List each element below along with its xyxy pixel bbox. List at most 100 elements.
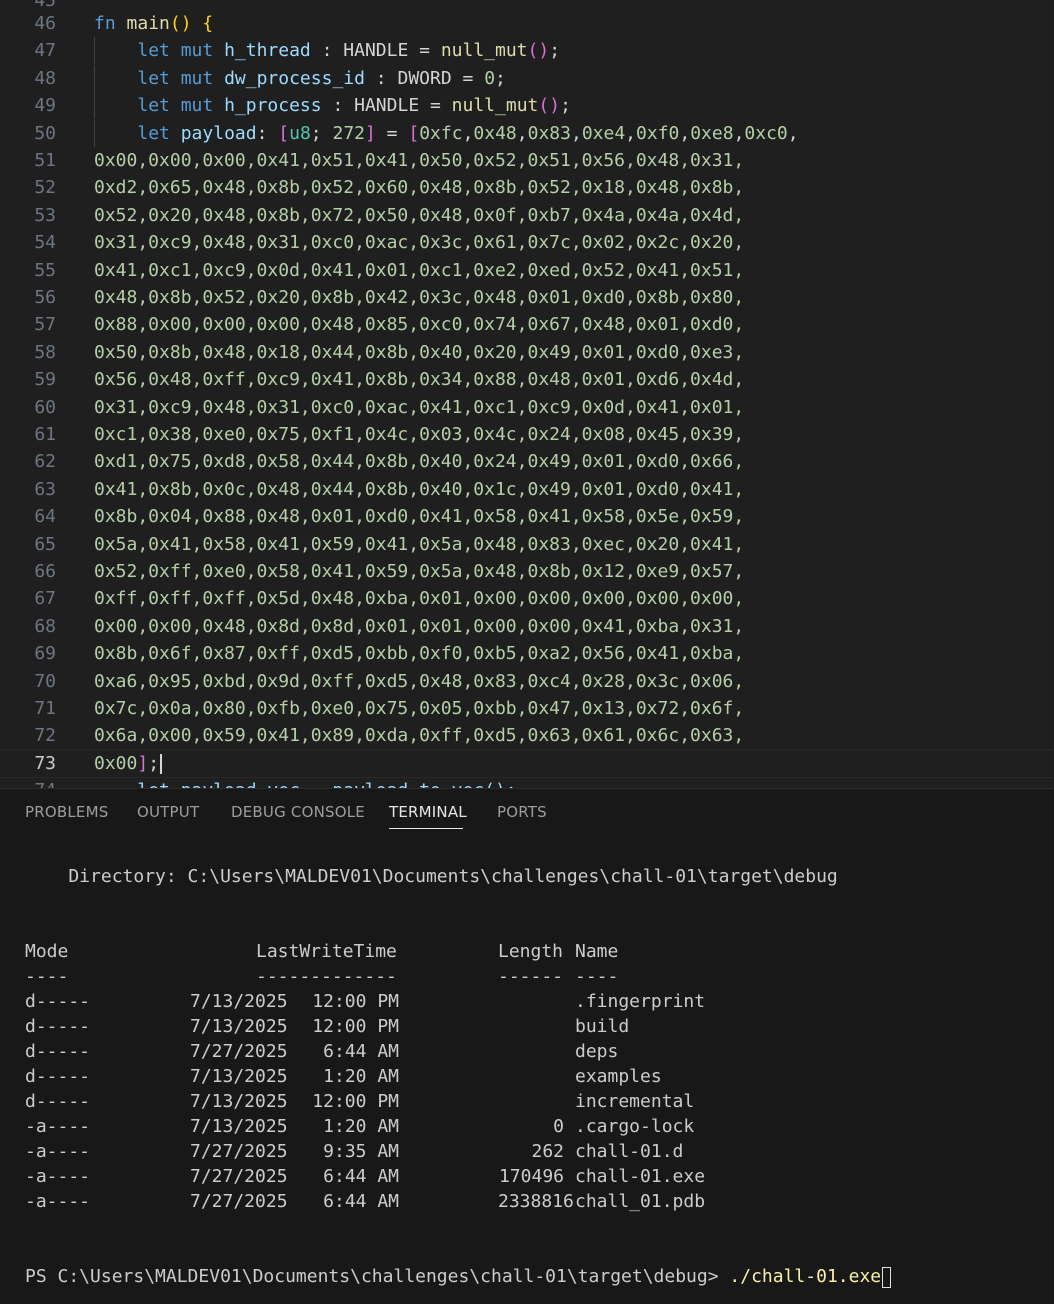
line-number: 46 xyxy=(34,13,56,34)
code-line-current[interactable]: 73 0x00]; xyxy=(0,748,1054,778)
tab-debug-console[interactable]: DEBUG CONSOLE xyxy=(231,803,365,821)
row-mode: d----- xyxy=(25,991,91,1012)
code-token: 0x50,0x8b,0x48,0x18,0x44,0x8b,0x40,0x20,… xyxy=(94,341,745,363)
code-line[interactable]: 71 0x7c,0x0a,0x80,0xfb,0xe0,0x75,0x05,0xb… xyxy=(0,695,1054,722)
line-number: 59 xyxy=(34,369,56,391)
code-token: 0xd1,0x75,0xd8,0x58,0x44,0x8b,0x40,0x24,… xyxy=(94,451,745,473)
terminal-prompt-line[interactable]: PS C:\Users\MALDEV01\Documents\challenge… xyxy=(25,1264,892,1289)
code-token: , xyxy=(679,122,691,144)
tab-ports[interactable]: PORTS xyxy=(497,803,547,821)
code-token: ; xyxy=(549,40,561,62)
code-token: main xyxy=(126,13,170,34)
tab-problems[interactable]: PROBLEMS xyxy=(25,803,108,821)
code-line[interactable]: 55 0x41,0xc1,0xc9,0x0d,0x41,0x01,0xc1,0xe… xyxy=(0,257,1054,284)
code-text: 0x41,0xc1,0xc9,0x0d,0x41,0x01,0xc1,0xe2,… xyxy=(94,257,744,284)
code-line[interactable]: 50 let payload: [u8; 272] = [0xfc,0x48,0… xyxy=(0,119,1054,147)
code-line[interactable]: 63 0x41,0x8b,0x0c,0x48,0x44,0x8b,0x40,0x1… xyxy=(0,476,1054,503)
code-line[interactable]: 70 0xa6,0x95,0xbd,0x9d,0xff,0xd5,0x48,0x8… xyxy=(0,668,1054,695)
code-text: fn main() { xyxy=(94,10,213,37)
row-name: .fingerprint xyxy=(575,991,706,1012)
code-token: 0x5a,0x41,0x58,0x41,0x59,0x41,0x5a,0x48,… xyxy=(94,533,745,555)
code-line[interactable]: 67 0xff,0xff,0xff,0x5d,0x48,0xba,0x01,0x0… xyxy=(0,585,1054,612)
row-name: incremental xyxy=(575,1091,695,1112)
code-line[interactable]: 59 0x56,0x48,0xff,0xc9,0x41,0x8b,0x34,0x8… xyxy=(0,366,1054,393)
code-text: 0xff,0xff,0xff,0x5d,0x48,0xba,0x01,0x00,… xyxy=(94,585,744,612)
row-length: 262 xyxy=(531,1141,564,1162)
code-text: 0x00,0x00,0x48,0x8d,0x8d,0x01,0x01,0x00,… xyxy=(94,613,744,640)
terminal-panel[interactable]: Directory: C:\Users\MALDEV01\Documents\c… xyxy=(0,835,1054,1304)
row-length xyxy=(498,1014,564,1039)
code-line[interactable]: 66 0x52,0xff,0xe0,0x58,0x41,0x59,0x5a,0x4… xyxy=(0,558,1054,585)
row-name: .cargo-lock xyxy=(575,1116,695,1137)
row-mode: d----- xyxy=(25,1041,91,1062)
line-number: 54 xyxy=(34,232,56,254)
code-text: let payload: [u8; 272] = [0xfc,0x48,0x83… xyxy=(94,120,798,147)
code-text: 0x48,0x8b,0x52,0x20,0x8b,0x42,0x3c,0x48,… xyxy=(94,284,744,311)
code-line[interactable]: 54 0x31,0xc9,0x48,0x31,0xc0,0xac,0x3c,0x6… xyxy=(0,229,1054,256)
row-time: 12:00 PM xyxy=(312,1016,399,1037)
code-line[interactable]: 58 0x50,0x8b,0x48,0x18,0x44,0x8b,0x40,0x2… xyxy=(0,339,1054,366)
code-line[interactable]: 64 0x8b,0x04,0x88,0x48,0x01,0xd0,0x41,0x5… xyxy=(0,503,1054,530)
code-text: let payload_vec = payload.to_vec(); xyxy=(94,777,516,788)
code-line[interactable]: 68 0x00,0x00,0x48,0x8d,0x8d,0x01,0x01,0x0… xyxy=(0,613,1054,640)
code-token: dw_process_id xyxy=(224,67,365,89)
code-text: 0x31,0xc9,0x48,0x31,0xc0,0xac,0x3c,0x61,… xyxy=(94,229,744,256)
code-line[interactable]: 62 0xd1,0x75,0xd8,0x58,0x44,0x8b,0x40,0x2… xyxy=(0,448,1054,475)
row-date: 7/27/2025 xyxy=(190,1141,288,1162)
code-line[interactable]: 65 0x5a,0x41,0x58,0x41,0x59,0x41,0x5a,0x4… xyxy=(0,531,1054,558)
code-line[interactable]: 47 let mut h_thread : HANDLE = null_mut(… xyxy=(0,37,1054,65)
row-date: 7/27/2025 xyxy=(190,1166,288,1187)
code-token: , xyxy=(625,122,637,144)
line-number: 52 xyxy=(34,177,56,199)
row-name: chall_01.pdb xyxy=(575,1191,706,1212)
line-number: 51 xyxy=(34,150,56,171)
code-token: 0xc0 xyxy=(744,122,788,144)
code-text: 0x52,0x20,0x48,0x8b,0x72,0x50,0x48,0x0f,… xyxy=(94,202,744,229)
code-line[interactable]: 74 let payload_vec = payload.to_vec(); xyxy=(0,777,1054,788)
code-token: : HANDLE = xyxy=(310,40,441,62)
code-line[interactable]: 52 0xd2,0x65,0x48,0x8b,0x52,0x60,0x48,0x8… xyxy=(0,174,1054,201)
code-token: 0xe8 xyxy=(690,122,734,144)
code-line[interactable]: 46 fn main() { xyxy=(0,10,1054,37)
code-line[interactable]: 69 0x8b,0x6f,0x87,0xff,0xd5,0xbb,0xf0,0xb… xyxy=(0,640,1054,667)
code-line[interactable]: 72 0x6a,0x00,0x59,0x41,0x89,0xda,0xff,0xd… xyxy=(0,722,1054,749)
indent-guide xyxy=(94,92,95,120)
code-line[interactable]: 53 0x52,0x20,0x48,0x8b,0x72,0x50,0x48,0x0… xyxy=(0,202,1054,229)
tab-terminal[interactable]: TERMINAL xyxy=(389,803,467,821)
code-line[interactable]: 56 0x48,0x8b,0x52,0x20,0x8b,0x42,0x3c,0x4… xyxy=(0,284,1054,311)
code-token: [ xyxy=(408,122,420,144)
header-name: Name xyxy=(575,941,619,962)
row-time: 6:44 AM xyxy=(323,1041,399,1062)
row-time: 6:44 AM xyxy=(323,1191,399,1212)
code-token: () xyxy=(169,13,192,34)
typed-command: ./chall-01.exe xyxy=(729,1266,882,1287)
code-token: 0x48 xyxy=(473,122,517,144)
code-line[interactable]: 48 let mut dw_process_id : DWORD = 0; xyxy=(0,64,1054,92)
code-line[interactable]: 60 0x31,0xc9,0x48,0x31,0xc0,0xac,0x41,0xc… xyxy=(0,394,1054,421)
row-date: 7/13/2025 xyxy=(190,1016,288,1037)
code-text: 0xa6,0x95,0xbd,0x9d,0xff,0xd5,0x48,0x83,… xyxy=(94,668,744,695)
row-date: 7/13/2025 xyxy=(190,1116,288,1137)
row-name: examples xyxy=(575,1066,662,1087)
code-line[interactable]: 57 0x88,0x00,0x00,0x00,0x48,0x85,0xc0,0x7… xyxy=(0,311,1054,338)
line-number: 68 xyxy=(34,615,56,637)
line-number: 57 xyxy=(34,314,56,336)
code-line[interactable]: 49 let mut h_process : HANDLE = null_mut… xyxy=(0,92,1054,120)
directory-label: Directory: C:\Users\MALDEV01\Documents\c… xyxy=(25,866,838,887)
line-number: 56 xyxy=(34,287,56,308)
row-time: 1:20 AM xyxy=(323,1066,399,1087)
row-length xyxy=(498,1039,564,1064)
code-text: 0x8b,0x04,0x88,0x48,0x01,0xd0,0x41,0x58,… xyxy=(94,503,744,530)
code-editor[interactable]: 45 46 fn main() {47 let mut h_thread : HAN… xyxy=(0,0,1054,788)
dash-lastwritetime: ------------- xyxy=(256,966,397,987)
code-token: 0x31,0xc9,0x48,0x31,0xc0,0xac,0x41,0xc1,… xyxy=(94,396,745,418)
code-token: () xyxy=(527,40,550,62)
code-line[interactable]: 51 0x00,0x00,0x00,0x41,0x51,0x41,0x50,0x5… xyxy=(0,147,1054,174)
code-line[interactable]: 61 0xc1,0x38,0xe0,0x75,0xf1,0x4c,0x03,0x4… xyxy=(0,421,1054,448)
code-token: : DWORD = xyxy=(364,67,485,89)
tab-output[interactable]: OUTPUT xyxy=(137,803,199,821)
code-text: 0xc1,0x38,0xe0,0x75,0xf1,0x4c,0x03,0x4c,… xyxy=(94,421,744,448)
code-token: 0xff,0xff,0xff,0x5d,0x48,0xba,0x01,0x00,… xyxy=(94,588,745,610)
dash-name: ---- xyxy=(575,966,619,987)
